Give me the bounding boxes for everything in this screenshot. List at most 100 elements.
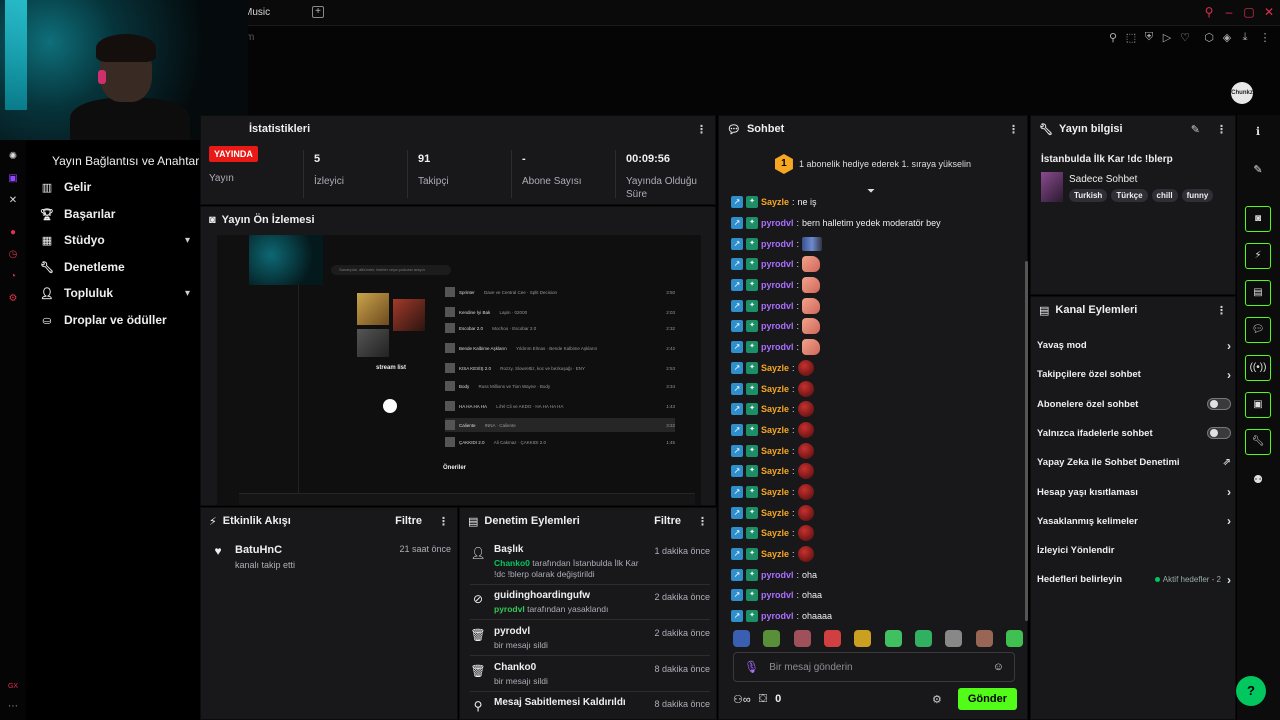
mod-actor[interactable]: pyrodvl	[494, 604, 525, 614]
emote-icon[interactable]	[975, 630, 993, 647]
download-icon[interactable]: ⤓	[1238, 31, 1252, 45]
more-icon[interactable]: ⋮	[696, 123, 707, 136]
chat-username[interactable]: pyrodvl	[761, 218, 794, 228]
help-icon[interactable]: ?	[1236, 676, 1266, 706]
send-button[interactable]: Gönder	[957, 688, 1017, 710]
openai-icon[interactable]: ✺	[6, 150, 20, 164]
chat-username[interactable]: Sayzle	[761, 508, 789, 518]
more-icon[interactable]: ⋮	[1216, 304, 1227, 317]
chat-username[interactable]: pyrodvl	[761, 239, 794, 249]
emote-icon[interactable]	[1005, 630, 1023, 647]
camera-icon[interactable]: ◙	[1245, 206, 1271, 232]
chat-username[interactable]: Sayzle	[761, 487, 789, 497]
music-icon[interactable]: ●	[6, 226, 20, 240]
channel-action-item[interactable]: Hesap yaşı kısıtlaması ›	[1037, 478, 1231, 507]
emote-icon[interactable]	[793, 630, 811, 647]
settings-icon[interactable]: ⚙	[6, 292, 20, 306]
more-icon[interactable]: ⋮	[1216, 123, 1227, 136]
viewers-icon[interactable]: ⚇∞	[733, 693, 751, 706]
mod-entry-title[interactable]: Chanko0	[494, 662, 646, 673]
chat-username[interactable]: pyrodvl	[761, 301, 794, 311]
chat-username[interactable]: Sayzle	[761, 528, 789, 538]
chat-input[interactable]: 🎙︎ Bir mesaj gönderin ☺	[733, 652, 1015, 682]
chat-username[interactable]: Sayzle	[761, 404, 789, 414]
new-tab-button[interactable]: +	[312, 6, 324, 18]
chat-username[interactable]: Sayzle	[761, 384, 789, 394]
sidebar-item-droplar[interactable]: ⛀ Droplar ve ödüller	[40, 309, 190, 331]
emote-icon[interactable]	[945, 630, 963, 647]
mod-entry-title[interactable]: pyrodvl	[494, 626, 646, 637]
chat-username[interactable]: Sayzle	[761, 446, 789, 456]
channel-action-item[interactable]: Yasaklanmış kelimeler ›	[1037, 507, 1231, 536]
feed-user[interactable]: BatuHnC	[235, 544, 295, 556]
emote-icon[interactable]	[884, 630, 902, 647]
broadcast-icon[interactable]: ((•))	[1245, 355, 1271, 381]
sidebar-item-topluluk[interactable]: 👤︎ Topluluk ▾	[40, 282, 190, 304]
mod-actor[interactable]: Chanko0	[494, 558, 530, 568]
chat-scrollbar[interactable]	[1025, 261, 1028, 621]
pencil-icon[interactable]: ✎	[1245, 157, 1271, 183]
chat-username[interactable]: Sayzle	[761, 197, 789, 207]
toggle-switch[interactable]	[1207, 398, 1231, 411]
gift-icon[interactable]: ⛋	[759, 693, 767, 706]
chat-username[interactable]: pyrodvl	[761, 321, 794, 331]
channel-action-item[interactable]: İzleyici Yönlendir	[1037, 536, 1231, 565]
chat-username[interactable]: Sayzle	[761, 466, 789, 476]
id-card-icon[interactable]: ▣	[1245, 392, 1271, 418]
sidebar-item-denetleme[interactable]: 🔧︎ Denetleme	[40, 256, 190, 278]
channel-action-item[interactable]: Yavaş mod ›	[1037, 331, 1231, 360]
cube-icon[interactable]: ◈	[1220, 31, 1234, 45]
emote-icon[interactable]	[854, 630, 872, 647]
filter-button[interactable]: Filtre	[654, 515, 681, 527]
heart-icon[interactable]: ♡	[1178, 31, 1192, 45]
chat-username[interactable]: pyrodvl	[761, 342, 794, 352]
channel-action-item[interactable]: Hedefleri belirleyin Aktif hedefler - 2 ›	[1037, 565, 1231, 594]
more-icon[interactable]: ⋮	[697, 515, 708, 528]
emote-icon[interactable]	[823, 630, 841, 647]
toggle-switch[interactable]	[1207, 427, 1231, 440]
chat-bubble-icon[interactable]: 💬︎	[1245, 317, 1271, 343]
chat-username[interactable]: pyrodvl	[761, 611, 794, 621]
history-icon[interactable]: ◷	[6, 248, 20, 262]
close-icon[interactable]: ✕	[1262, 5, 1276, 19]
gear-icon[interactable]: ⚙	[932, 693, 942, 706]
play-icon[interactable]: ▷	[1160, 31, 1174, 45]
add-widget-icon[interactable]: ⚉	[1245, 467, 1271, 493]
stream-preview[interactable]: Sanatçılar, albümler, listeler veya podc…	[217, 235, 701, 505]
avatar[interactable]: Chunkz	[1231, 82, 1253, 104]
channel-action-item[interactable]: Abonelere özel sohbet	[1037, 390, 1231, 419]
messenger-icon[interactable]: ◔	[6, 270, 20, 284]
channel-action-item[interactable]: Yapay Zeka ile Sohbet Denetimi ⇗	[1037, 448, 1231, 477]
emote-icon[interactable]	[733, 630, 750, 647]
lightning-icon[interactable]: ⚡︎	[1245, 243, 1271, 269]
more-icon[interactable]: ⋮	[1008, 123, 1019, 136]
more-icon[interactable]: ⋮	[438, 515, 449, 528]
search-icon[interactable]: ⚲	[1202, 5, 1216, 19]
extensions-icon[interactable]: ⬡	[1202, 31, 1216, 45]
gx-icon[interactable]: GX	[6, 680, 20, 694]
sidebar-item-studyo[interactable]: ▦ Stüdyo ▾	[40, 229, 190, 251]
chat-username[interactable]: pyrodvl	[761, 570, 794, 580]
sub-gift-banner[interactable]: 1 1 abonelik hediye ederek 1. sıraya yük…	[719, 144, 1027, 184]
channel-action-item[interactable]: Takipçilere özel sohbet ›	[1037, 360, 1231, 389]
chat-username[interactable]: Sayzle	[761, 549, 789, 559]
tag[interactable]: funny	[1181, 189, 1214, 202]
pin-icon[interactable]: ⚲	[1106, 31, 1120, 45]
emoji-icon[interactable]: ☺	[993, 661, 1004, 673]
tag[interactable]: chill	[1151, 189, 1178, 202]
tag[interactable]: Turkish	[1069, 189, 1108, 202]
twitch-icon[interactable]: ▣	[6, 172, 20, 186]
tab-music[interactable]: Music	[244, 2, 304, 24]
microphone-icon[interactable]: 🎙︎	[744, 660, 759, 674]
screenshot-icon[interactable]: ⬚	[1124, 31, 1138, 45]
chat-username[interactable]: pyrodvl	[761, 590, 794, 600]
channel-action-item[interactable]: Yalnızca ifadelerle sohbet	[1037, 419, 1231, 448]
edit-icon[interactable]: ✎	[1191, 123, 1200, 136]
emote-icon[interactable]	[763, 630, 781, 647]
sidebar-item-basarilar[interactable]: 🏆︎ Başarılar	[40, 203, 190, 225]
more-icon[interactable]: ⋯	[6, 700, 20, 714]
minimize-icon[interactable]: –	[1222, 5, 1236, 19]
chat-username[interactable]: pyrodvl	[761, 280, 794, 290]
sidebar-title[interactable]: Yayın Bağlantısı ve Anahtarı	[52, 154, 203, 168]
tag[interactable]: Türkçe	[1111, 189, 1148, 202]
